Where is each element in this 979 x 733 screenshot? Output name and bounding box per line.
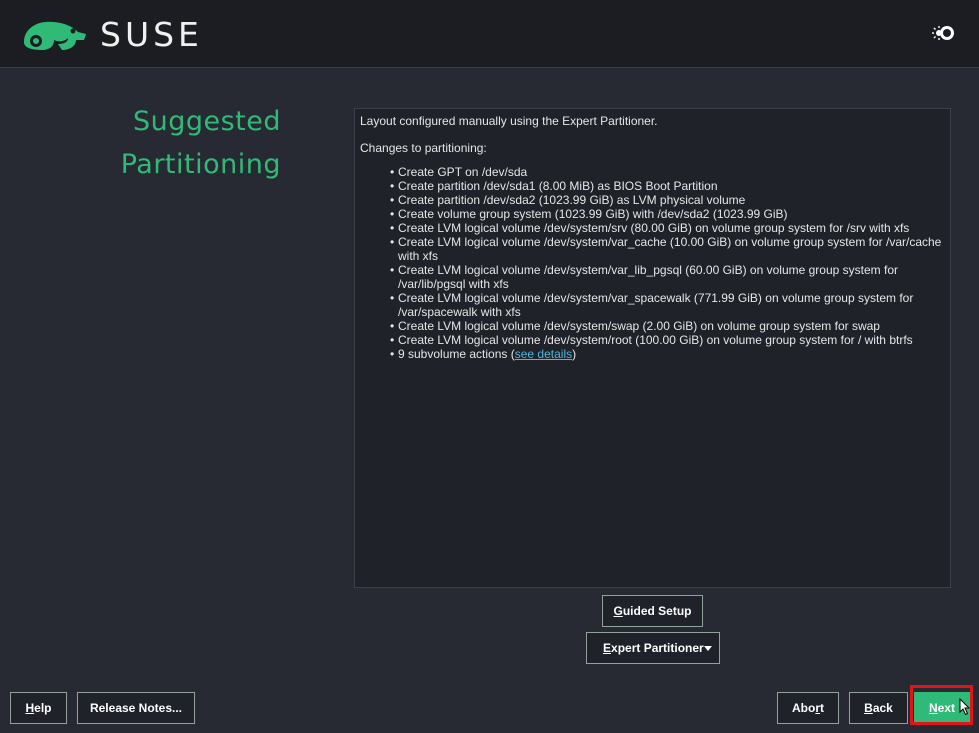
list-item: Create LVM logical volume /dev/system/sw…: [390, 319, 945, 333]
release-notes-label: Release Notes...: [89, 701, 183, 715]
page-title: Suggested Partitioning: [121, 100, 281, 186]
back-mnemonic: B: [864, 701, 873, 715]
list-item: Create partition /dev/sda2 (1023.99 GiB)…: [390, 193, 945, 207]
abort-label-post: t: [820, 701, 824, 715]
list-item: Create LVM logical volume /dev/system/va…: [390, 235, 945, 263]
next-label: ext: [937, 701, 955, 715]
list-item: Create LVM logical volume /dev/system/va…: [390, 291, 945, 319]
subvolume-text: 9 subvolume actions (: [398, 347, 515, 361]
logo-text: SUSE: [100, 14, 203, 54]
help-button[interactable]: Help: [10, 692, 67, 724]
next-mnemonic: N: [928, 701, 938, 715]
list-item: Create LVM logical volume /dev/system/ro…: [390, 333, 945, 347]
chameleon-icon: [24, 21, 86, 50]
see-details-link[interactable]: see details: [515, 347, 572, 361]
expert-partitioner-button[interactable]: Expert Partitioner: [586, 632, 720, 664]
chevron-down-icon[interactable]: [704, 646, 712, 651]
page-title-line1: Suggested: [132, 106, 281, 137]
guided-setup-label: uided Setup: [622, 604, 692, 618]
expert-partitioner-mnemonic: E: [603, 641, 612, 655]
back-button[interactable]: Back: [849, 692, 908, 724]
list-item: Create GPT on /dev/sda: [390, 165, 945, 179]
abort-button[interactable]: Abo r t: [777, 692, 839, 724]
sun-icon: [932, 26, 954, 40]
list-item: Create LVM logical volume /dev/system/va…: [390, 263, 945, 291]
list-item: Create volume group system (1023.99 GiB)…: [390, 207, 945, 221]
help-mnemonic: H: [25, 701, 35, 715]
expert-partitioner-label: xpert Partitioner: [611, 641, 704, 655]
page-title-line2: Partitioning: [120, 149, 281, 180]
header-bar: SUSE: [0, 0, 979, 68]
changes-list: Create GPT on /dev/sda Create partition …: [360, 165, 945, 361]
summary-changes-heading: Changes to partitioning:: [360, 141, 487, 155]
theme-toggle[interactable]: [930, 24, 958, 42]
partitioning-summary: Layout configured manually using the Exp…: [354, 108, 951, 588]
suse-logo: SUSE: [20, 14, 203, 54]
subvolume-suffix: ): [572, 347, 577, 361]
summary-intro: Layout configured manually using the Exp…: [360, 114, 658, 128]
mouse-cursor-icon: [959, 698, 971, 716]
list-item: Create LVM logical volume /dev/system/sr…: [390, 221, 945, 235]
list-item: Create partition /dev/sda1 (8.00 MiB) as…: [390, 179, 945, 193]
back-label: ack: [872, 701, 893, 715]
guided-setup-mnemonic: G: [613, 604, 623, 618]
release-notes-button[interactable]: Release Notes...: [77, 692, 195, 724]
list-item-subvolumes: 9 subvolume actions (see details): [390, 347, 945, 361]
help-label: elp: [34, 701, 52, 715]
abort-label-pre: Abo: [792, 701, 816, 715]
guided-setup-button[interactable]: Guided Setup: [602, 595, 703, 627]
